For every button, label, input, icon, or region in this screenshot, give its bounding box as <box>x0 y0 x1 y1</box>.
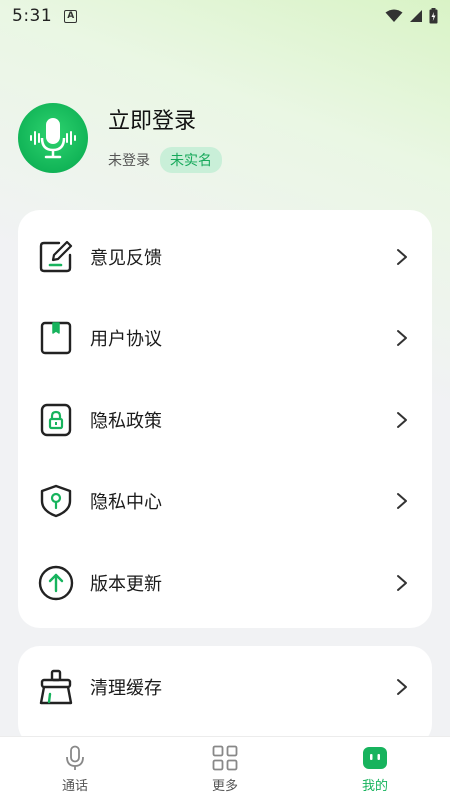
status-time: 5:31 <box>12 6 53 26</box>
tab-label: 更多 <box>211 779 238 794</box>
menu-label: 用户协议 <box>90 329 162 351</box>
chevron-right-icon <box>392 328 412 348</box>
profile-status-row: 未登录 未实名 <box>108 147 222 173</box>
menu-item-clear-cache[interactable]: 清理缓存 <box>18 646 432 728</box>
signal-icon <box>410 10 422 22</box>
profile-section[interactable]: 立即登录 未登录 未实名 <box>18 102 438 174</box>
tab-label: 通话 <box>61 779 88 794</box>
privacy-lock-icon <box>38 402 74 438</box>
chevron-right-icon <box>392 491 412 511</box>
battery-icon <box>429 8 438 24</box>
menu-label: 清理缓存 <box>90 677 162 699</box>
feedback-edit-icon <box>38 239 74 275</box>
robot-face-icon <box>363 747 387 769</box>
microphone-icon <box>66 745 84 770</box>
verification-badge[interactable]: 未实名 <box>160 147 222 173</box>
grid-icon <box>212 745 238 771</box>
menu-label: 版本更新 <box>90 573 162 595</box>
avatar[interactable] <box>18 103 88 173</box>
wifi-icon <box>385 9 403 22</box>
tab-mine[interactable]: 我的 <box>300 737 450 800</box>
chevron-right-icon <box>392 573 412 593</box>
chevron-right-icon <box>392 247 412 267</box>
privacy-shield-icon <box>38 483 74 519</box>
status-bar: 5:31 A <box>0 0 450 32</box>
tab-call[interactable]: 通话 <box>0 737 150 800</box>
profile-text: 立即登录 未登录 未实名 <box>108 103 222 173</box>
microphone-logo-icon <box>30 118 76 159</box>
chevron-right-icon <box>392 410 412 430</box>
menu-label: 意见反馈 <box>90 247 162 269</box>
bottom-tab-bar: 通话 更多 我的 <box>0 736 450 800</box>
menu-item-feedback[interactable]: 意见反馈 <box>18 216 432 298</box>
menu-item-privacy-center[interactable]: 隐私中心 <box>18 461 432 543</box>
broom-clean-icon <box>38 669 74 705</box>
menu-item-privacy-policy[interactable]: 隐私政策 <box>18 379 432 461</box>
tab-label: 我的 <box>361 779 388 794</box>
tab-more[interactable]: 更多 <box>150 737 300 800</box>
login-status: 未登录 <box>108 153 150 169</box>
status-indicators <box>385 8 438 24</box>
menu-label: 隐私中心 <box>90 492 162 514</box>
chevron-right-icon <box>392 677 412 697</box>
login-title[interactable]: 立即登录 <box>108 103 222 135</box>
menu-item-version-update[interactable]: 版本更新 <box>18 542 432 624</box>
settings-menu-card: 意见反馈 用户协议 隐私政策 隐私中心 版本更新 <box>18 210 432 628</box>
menu-item-user-agreement[interactable]: 用户协议 <box>18 298 432 380</box>
cache-menu-card: 清理缓存 <box>18 646 432 746</box>
update-arrow-icon <box>38 565 74 601</box>
menu-label: 隐私政策 <box>90 410 162 432</box>
notification-icon: A <box>64 9 78 23</box>
user-agreement-book-icon <box>38 320 74 356</box>
